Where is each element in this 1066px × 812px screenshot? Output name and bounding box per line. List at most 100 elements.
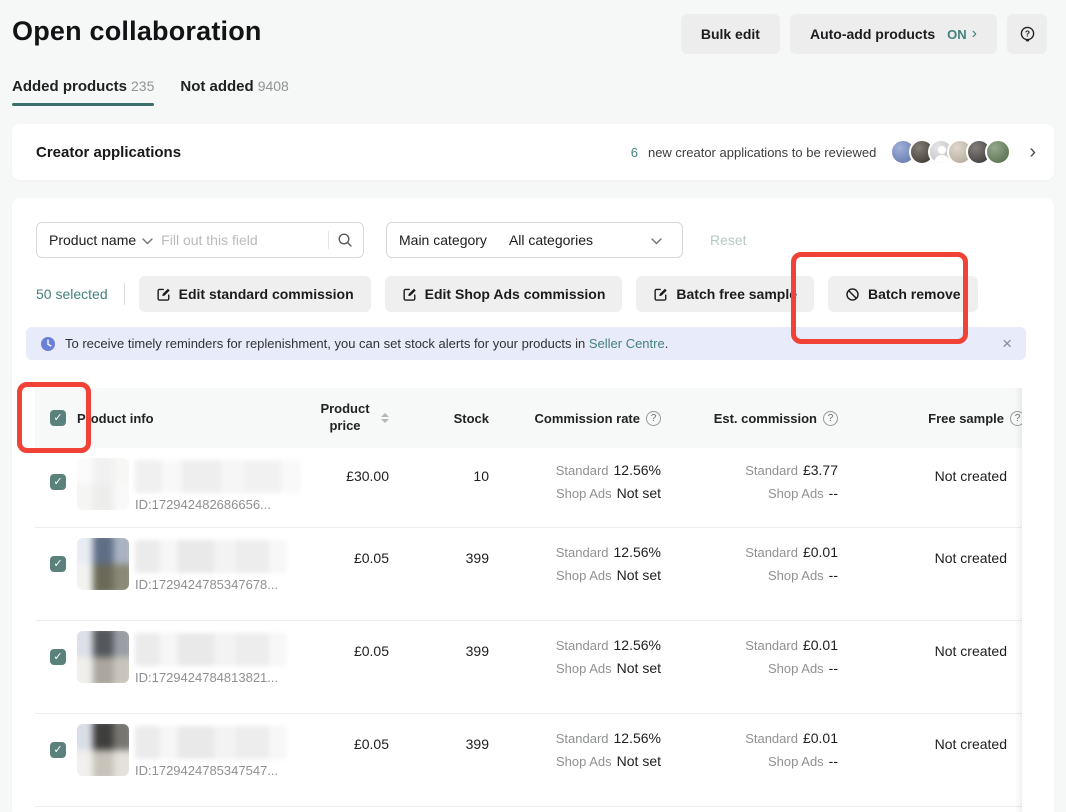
product-id: ID:1729424784813821... [135,670,287,685]
products-table: ✓ Product info Product price Stock Commi… [35,388,1022,812]
edit-standard-commission-button[interactable]: Edit standard commission [139,276,371,312]
row-checkbox[interactable]: ✓ [50,649,66,665]
bulk-edit-button[interactable]: Bulk edit [681,14,780,54]
topbar-actions: Bulk edit Auto-add products ON › ? [681,14,1047,54]
product-id: ID:1729424785347678... [135,577,287,592]
est-commission-cell: Standard£0.01 Shop Ads-- [661,714,838,806]
new-applications-message: new creator applications to be reviewed [648,145,876,160]
free-sample-cell: Not created [838,714,1022,806]
category-label: Main category [399,232,487,248]
close-icon[interactable]: × [1002,335,1012,352]
main-category-select[interactable]: Main category All categories [386,222,683,258]
check-icon: ✓ [53,559,62,570]
edit-icon [402,287,417,302]
stock-cell: 399 [389,528,489,620]
batch-remove-button[interactable]: Batch remove [828,276,978,312]
check-icon: ✓ [53,745,62,756]
question-icon[interactable]: ? [1010,411,1022,426]
search-input[interactable] [161,232,320,248]
new-applications-count: 6 [631,145,638,160]
reset-button[interactable]: Reset [710,232,747,248]
est-commission-cell: Standard£3.77 Shop Ads-- [661,448,838,527]
product-image [77,631,129,683]
product-price-cell: £30.00 [311,448,389,527]
creator-avatars [890,139,1011,165]
product-info-cell: ID:172942482686656... [77,448,311,527]
chevron-down-icon [651,238,662,245]
row-checkbox[interactable]: ✓ [50,474,66,490]
page-title: Open collaboration [12,16,262,47]
chevron-right-icon[interactable]: › [1029,142,1036,162]
stock-cell: 399 [389,621,489,713]
divider [124,283,125,305]
table-header: ✓ Product info Product price Stock Commi… [35,388,1022,448]
edit-shop-ads-commission-button[interactable]: Edit Shop Ads commission [385,276,623,312]
products-panel: Product name Main category All categorie… [12,198,1054,812]
avatar [985,139,1011,165]
table-body: ✓ ID:172942482686656... £30.00 10 Standa… [35,448,1022,807]
product-image [77,724,129,776]
column-product-info: Product info [77,411,311,426]
product-price-cell: £0.05 [311,714,389,806]
seller-centre-link[interactable]: Seller Centre [589,336,665,351]
auto-add-state: ON [947,27,967,42]
open-collaboration-page: Open collaboration Bulk edit Auto-add pr… [0,0,1066,812]
batch-free-sample-button[interactable]: Batch free sample [636,276,814,312]
creator-applications-title: Creator applications [36,144,181,161]
table-row: ✓ ID:172942482686656... £30.00 10 Standa… [35,448,1022,528]
product-id: ID:1729424785347547... [135,763,287,778]
divider [328,231,329,249]
free-sample-cell: Not created [838,621,1022,713]
column-stock: Stock [389,411,489,426]
commission-rate-cell: Standard12.56% Shop AdsNot set [489,621,661,713]
sort-icon[interactable] [381,413,389,423]
product-name-blurred [135,540,287,573]
free-sample-cell: Not created [838,528,1022,620]
search-icon[interactable] [337,232,353,248]
column-free-sample: Free sample ? [838,411,1022,426]
selected-count: 50 selected [36,286,108,302]
tab-not-added[interactable]: Not added 9408 [180,78,289,106]
notice-text: To receive timely reminders for replenis… [65,336,668,351]
select-all-checkbox[interactable]: ✓ [50,410,66,426]
product-name-blurred [135,633,287,666]
question-icon[interactable]: ? [646,411,661,426]
est-commission-cell: Standard£0.01 Shop Ads-- [661,621,838,713]
row-checkbox[interactable]: ✓ [50,742,66,758]
product-info-cell: ID:1729424784813821... [77,621,311,713]
chevron-right-icon: › [972,26,977,42]
check-icon: ✓ [53,477,62,488]
auto-add-products-button[interactable]: Auto-add products ON › [790,14,997,54]
table-row: ✓ ID:1729424785347678... £0.05 399 Stand… [35,528,1022,621]
help-icon: ? [1018,25,1037,44]
help-button[interactable]: ? [1007,14,1047,54]
row-checkbox[interactable]: ✓ [50,556,66,572]
column-product-price: Product price [311,401,389,435]
table-row: ✓ ID:1729424784813821... £0.05 399 Stand… [35,621,1022,714]
chevron-down-icon [142,238,153,245]
commission-rate-cell: Standard12.56% Shop AdsNot set [489,528,661,620]
column-est-commission: Est. commission ? [661,411,838,426]
product-info-cell: ID:1729424785347547... [77,714,311,806]
search-field-selector[interactable]: Product name [49,232,136,248]
stock-cell: 10 [389,448,489,527]
question-icon[interactable]: ? [823,411,838,426]
prohibit-icon [845,287,860,302]
svg-text:?: ? [1024,28,1029,38]
product-name-blurred [135,460,301,493]
product-info-cell: ID:1729424785347678... [77,528,311,620]
est-commission-cell: Standard£0.01 Shop Ads-- [661,528,838,620]
tab-added-products[interactable]: Added products 235 [12,78,154,106]
creator-applications-summary: 6 new creator applications to be reviewe… [631,139,1036,165]
edit-icon [156,287,171,302]
bulk-action-row: 50 selected Edit standard commission Edi… [36,276,978,312]
commission-rate-cell: Standard12.56% Shop AdsNot set [489,448,661,527]
free-sample-cell: Not created [838,448,1022,527]
check-icon: ✓ [53,413,62,424]
creator-applications-banner[interactable]: Creator applications 6 new creator appli… [12,124,1054,180]
tabs: Added products 235 Not added 9408 [12,78,289,106]
product-search-combo: Product name [36,222,364,258]
category-value: All categories [509,232,593,248]
stock-cell: 399 [389,714,489,806]
commission-rate-cell: Standard12.56% Shop AdsNot set [489,714,661,806]
